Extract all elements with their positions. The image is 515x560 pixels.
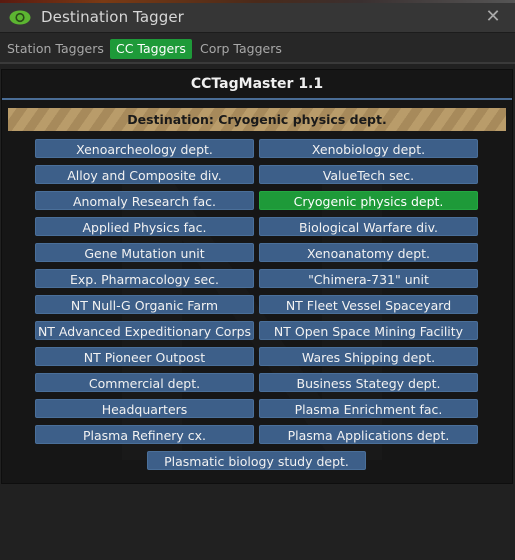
destination-button[interactable]: Cryogenic physics dept. bbox=[259, 191, 478, 210]
destination-button[interactable]: Xenoarcheology dept. bbox=[35, 139, 254, 158]
destination-button[interactable]: Gene Mutation unit bbox=[35, 243, 254, 262]
destination-button[interactable]: Plasmatic biology study dept. bbox=[147, 451, 366, 470]
close-button[interactable]: ✕ bbox=[483, 7, 503, 27]
window-titlebar[interactable]: Destination Tagger ✕ bbox=[0, 3, 515, 33]
window-title: Destination Tagger bbox=[41, 8, 184, 26]
destination-button[interactable]: Exp. Pharmacology sec. bbox=[35, 269, 254, 288]
destination-button[interactable]: Headquarters bbox=[35, 399, 254, 418]
destination-button[interactable]: "Chimera-731" unit bbox=[259, 269, 478, 288]
destination-button[interactable]: Anomaly Research fac. bbox=[35, 191, 254, 210]
destination-button[interactable]: Plasma Enrichment fac. bbox=[259, 399, 478, 418]
destination-button[interactable]: NT Fleet Vessel Spaceyard bbox=[259, 295, 478, 314]
title-divider bbox=[2, 98, 512, 100]
destination-button[interactable]: Plasma Refinery cx. bbox=[35, 425, 254, 444]
tab-cc-taggers[interactable]: CC Taggers bbox=[110, 39, 192, 59]
tab-corp-taggers[interactable]: Corp Taggers bbox=[194, 39, 288, 59]
destination-banner: Destination: Cryogenic physics dept. bbox=[8, 108, 506, 131]
destination-button[interactable]: Xenoanatomy dept. bbox=[259, 243, 478, 262]
panel-title: CCTagMaster 1.1 bbox=[190, 76, 324, 92]
destination-button[interactable]: Alloy and Composite div. bbox=[35, 165, 254, 184]
destination-button[interactable]: NT Null-G Organic Farm bbox=[35, 295, 254, 314]
destination-button[interactable]: NT Open Space Mining Facility bbox=[259, 321, 478, 340]
destination-button[interactable]: Commercial dept. bbox=[35, 373, 254, 392]
destination-button[interactable]: Biological Warfare div. bbox=[259, 217, 478, 236]
destination-button[interactable]: Plasma Applications dept. bbox=[259, 425, 478, 444]
destination-button[interactable]: Wares Shipping dept. bbox=[259, 347, 478, 366]
destination-button[interactable]: NT Advanced Expeditionary Corps bbox=[35, 321, 254, 340]
destination-button[interactable]: ValueTech sec. bbox=[259, 165, 478, 184]
tab-divider bbox=[0, 62, 515, 64]
tagger-panel: CCTagMaster 1.1 Destination: Cryogenic p… bbox=[1, 69, 513, 484]
destination-button[interactable]: Applied Physics fac. bbox=[35, 217, 254, 236]
destination-button[interactable]: NT Pioneer Outpost bbox=[35, 347, 254, 366]
tab-station-taggers[interactable]: Station Taggers bbox=[1, 39, 110, 59]
eye-icon bbox=[9, 10, 31, 25]
tab-bar: Station Taggers CC Taggers Corp Taggers bbox=[0, 33, 515, 63]
destination-button[interactable]: Xenobiology dept. bbox=[259, 139, 478, 158]
destination-button[interactable]: Business Stategy dept. bbox=[259, 373, 478, 392]
